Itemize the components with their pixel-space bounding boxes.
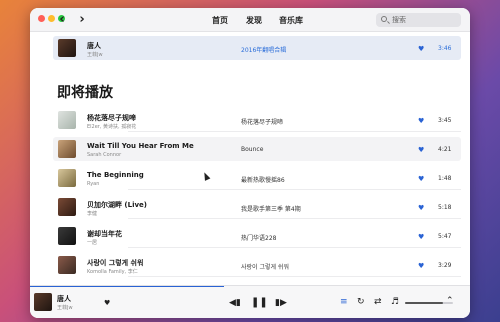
queue-row[interactable]: Wait Till You Hear From Me Sarah Connor Bo… [53,137,461,161]
player-track-title: 唐人 [57,295,71,303]
album-cover [58,227,76,245]
track-duration: 3:29 [438,262,452,269]
expand-chevron-icon[interactable]: ⌃ [446,296,454,306]
search-icon [381,16,387,22]
volume-icon[interactable]: ♬ [391,297,399,307]
track-artist[interactable]: 一居 [87,239,97,246]
track-album[interactable]: 我是歌手第三季 第4期 [241,204,301,213]
row-divider [128,131,461,132]
search-placeholder: 搜索 [392,16,406,24]
heart-icon[interactable]: ♥ [418,146,424,154]
search-input[interactable]: 搜索 [376,13,461,27]
track-artist[interactable]: 王菲Jw [87,51,103,58]
track-duration: 3:46 [438,45,452,52]
repeat-icon[interactable]: ↻ [357,297,365,307]
current-track-row[interactable]: 唐人 王菲Jw 2016年翻唱合辑 ♥ 3:46 [53,36,461,60]
album-cover [58,256,76,274]
pause-icon[interactable]: ❚❚ [251,298,268,308]
album-cover [58,140,76,158]
playback-progress[interactable] [30,286,224,287]
row-divider [128,189,461,190]
album-cover [58,111,76,129]
heart-icon[interactable]: ♥ [418,233,424,241]
album-cover [58,198,76,216]
row-divider [128,247,461,248]
row-divider [128,276,461,277]
track-title: The Beginning [87,171,144,179]
track-duration: 3:45 [438,117,452,124]
track-artist[interactable]: Ryan [87,181,99,187]
back-arrow-icon[interactable]: ‹ [56,13,68,27]
album-cover [58,39,76,57]
forward-arrow-icon[interactable]: › [76,13,88,27]
tab-home[interactable]: 首页 [212,15,228,26]
queue-row[interactable]: 谢却当年花 一居 热门华语228 ♥ 5:47 [53,224,461,248]
player-album-cover[interactable] [34,293,52,311]
queue-row[interactable]: 사랑이 그렇게 쉬워 Komolla Family, 李仁 사랑이 그렇게 쉬워 ♥ 3… [53,253,461,277]
track-album[interactable]: 杨花落尽子规啼 [241,117,283,126]
previous-track-icon[interactable]: ◀▮ [229,298,241,308]
shuffle-icon[interactable]: ⇄ [374,297,382,307]
heart-icon[interactable]: ♥ [418,117,424,125]
track-duration: 5:47 [438,233,452,240]
tab-library[interactable]: 音乐库 [279,15,303,26]
row-divider [128,218,461,219]
minimize-window-button[interactable] [48,15,55,22]
heart-icon[interactable]: ♥ [418,262,424,270]
up-next-heading: 即将播放 [57,85,113,101]
track-title: Wait Till You Hear From Me [87,142,194,150]
player-bar: 唐人 王菲Jw ♥ ◀▮ ❚❚ ▮▶ ≡ ↻ ⇄ ♬ ⌃ [30,285,470,318]
track-artist[interactable]: El2er, 黄诗扶, 孤寂花 [87,123,136,130]
track-title: 贝加尔湖畔 (Live) [87,201,148,209]
next-track-icon[interactable]: ▮▶ [275,298,287,308]
album-cover [58,169,76,187]
track-title: 谢却当年花 [87,230,122,238]
track-album[interactable]: 2016年翻唱合辑 [241,45,286,54]
track-artist[interactable]: Komolla Family, 李仁 [87,268,138,275]
track-artist[interactable]: 李健 [87,210,97,217]
player-track-artist[interactable]: 王菲Jw [57,304,73,311]
track-artist[interactable]: Sarah Connor [87,152,121,158]
title-bar: ‹ › 首页 发现 音乐库 搜索 [30,8,470,32]
track-title: 杨花落尽子规啼 [87,114,136,122]
queue-row[interactable]: 杨花落尽子规啼 El2er, 黄诗扶, 孤寂花 杨花落尽子规啼 ♥ 3:45 [53,108,461,132]
queue-row[interactable]: The Beginning Ryan 最新热歌慢摇86 ♥ 1:48 [53,166,461,190]
track-duration: 1:48 [438,175,452,182]
track-album[interactable]: 사랑이 그렇게 쉬워 [241,262,289,271]
tab-discover[interactable]: 发现 [246,15,262,26]
track-title: 사랑이 그렇게 쉬워 [87,259,144,267]
heart-icon[interactable]: ♥ [418,204,424,212]
track-album[interactable]: 热门华语228 [241,233,276,242]
track-title: 唐人 [87,42,101,50]
close-window-button[interactable] [38,15,45,22]
track-duration: 4:21 [438,146,452,153]
heart-icon[interactable]: ♥ [418,175,424,183]
volume-level [405,302,444,304]
player-heart-icon[interactable]: ♥ [104,299,110,307]
track-album[interactable]: Bounce [241,146,263,153]
heart-icon[interactable]: ♥ [418,45,424,53]
queue-list-icon[interactable]: ≡ [340,297,348,307]
music-app-window: ‹ › 首页 发现 音乐库 搜索 唐人 王菲Jw 2016年翻唱合辑 ♥ 3:4… [30,8,470,318]
queue-row[interactable]: 贝加尔湖畔 (Live) 李健 我是歌手第三季 第4期 ♥ 5:18 [53,195,461,219]
track-album[interactable]: 最新热歌慢摇86 [241,175,285,184]
track-duration: 5:18 [438,204,452,211]
